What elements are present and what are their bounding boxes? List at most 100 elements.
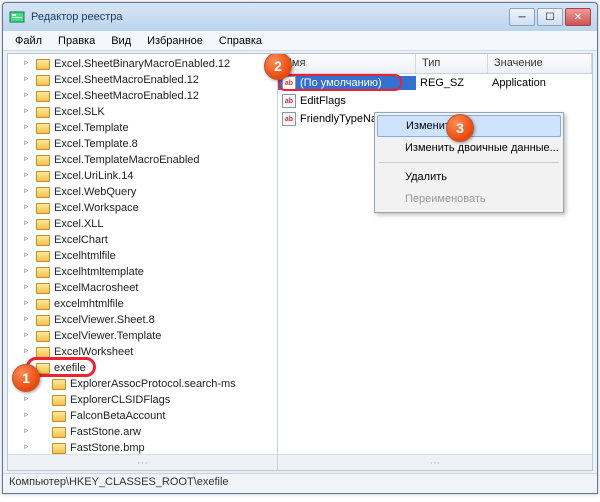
tree-item-label: Excel.UriLink.14: [54, 170, 133, 182]
folder-icon: [52, 411, 66, 422]
tree-item[interactable]: Excel.UriLink.14: [24, 168, 277, 184]
window-title: Редактор реестра: [31, 11, 509, 23]
tree-item[interactable]: FalconBetaAccount: [24, 408, 277, 424]
folder-icon: [36, 267, 50, 278]
folder-icon: [52, 379, 66, 390]
menu-favorites[interactable]: Избранное: [139, 33, 211, 49]
content-area: Excel.SheetBinaryMacroEnabled.12 Excel.Sh…: [7, 53, 593, 471]
tree-item[interactable]: Excel.SheetMacroEnabled.12: [24, 72, 277, 88]
tree-item-label: FalconBetaAccount: [70, 410, 165, 422]
tree-panel[interactable]: Excel.SheetBinaryMacroEnabled.12 Excel.Sh…: [8, 54, 278, 470]
regedit-icon: [9, 9, 25, 25]
tree-item[interactable]: Excelhtmlfile: [24, 248, 277, 264]
tree-item[interactable]: ExcelWorksheet: [24, 344, 277, 360]
folder-icon: [36, 315, 50, 326]
col-type[interactable]: Тип: [416, 54, 488, 73]
tree-item[interactable]: excelmhtmlfile: [24, 296, 277, 312]
string-value-icon: ab: [282, 112, 296, 126]
titlebar[interactable]: Редактор реестра ─ ☐ ✕: [3, 3, 597, 31]
folder-icon: [36, 219, 50, 230]
tree-item[interactable]: ExcelChart: [24, 232, 277, 248]
list-row[interactable]: ab(По умолчанию) REG_SZ Application: [278, 74, 592, 92]
tree-item-label: ExcelMacrosheet: [54, 282, 138, 294]
tree-item[interactable]: Excel.Template: [24, 120, 277, 136]
tree-item-label: Excel.SLK: [54, 106, 105, 118]
menu-separator: [379, 162, 559, 163]
menu-item-modify-binary[interactable]: Изменить двоичные данные...: [377, 137, 561, 159]
tree-item-label: exefile: [54, 362, 86, 374]
tree-item-label: Excel.SheetMacroEnabled.12: [54, 90, 199, 102]
registry-editor-window: Редактор реестра ─ ☐ ✕ Файл Правка Вид И…: [2, 2, 598, 494]
list-scrollbar-h[interactable]: ···: [278, 454, 592, 470]
tree-item[interactable]: Excel.Template.8: [24, 136, 277, 152]
folder-icon: [36, 171, 50, 182]
tree-item-label: Excel.TemplateMacroEnabled: [54, 154, 200, 166]
folder-icon: [36, 155, 50, 166]
tree-item-label: Excel.SheetMacroEnabled.12: [54, 74, 199, 86]
tree-item[interactable]: ExcelViewer.Template: [24, 328, 277, 344]
annotation-callout-3: 3: [446, 114, 474, 142]
tree-item[interactable]: ExcelViewer.Sheet.8: [24, 312, 277, 328]
tree-item[interactable]: Excelhtmltemplate: [24, 264, 277, 280]
tree-item-label: ExcelViewer.Sheet.8: [54, 314, 155, 326]
menu-view[interactable]: Вид: [103, 33, 139, 49]
tree-item-label: Excel.Workspace: [54, 202, 139, 214]
tree-item-label: ExcelViewer.Template: [54, 330, 161, 342]
folder-icon: [36, 283, 50, 294]
tree-item[interactable]: exefile: [24, 360, 277, 376]
folder-icon: [36, 235, 50, 246]
tree-item[interactable]: Excel.WebQuery: [24, 184, 277, 200]
tree-item[interactable]: ExplorerCLSIDFlags: [24, 392, 277, 408]
folder-icon: [36, 331, 50, 342]
tree-item-label: Excel.Template.8: [54, 138, 138, 150]
minimize-button[interactable]: ─: [509, 8, 535, 26]
value-type: REG_SZ: [416, 77, 488, 89]
tree-scrollbar-h[interactable]: ···: [8, 454, 277, 470]
tree-item[interactable]: Excel.TemplateMacroEnabled: [24, 152, 277, 168]
tree-item-label: FastStone.bmp: [70, 442, 145, 454]
statusbar: Компьютер\HKEY_CLASSES_ROOT\exefile: [3, 473, 597, 493]
annotation-callout-1: 1: [12, 364, 40, 392]
list-row[interactable]: abEditFlags: [278, 92, 592, 110]
tree-item[interactable]: ExcelMacrosheet: [24, 280, 277, 296]
maximize-button[interactable]: ☐: [537, 8, 563, 26]
folder-icon: [36, 251, 50, 262]
tree-item[interactable]: Excel.XLL: [24, 216, 277, 232]
menu-edit[interactable]: Правка: [50, 33, 103, 49]
folder-icon: [36, 187, 50, 198]
tree-item-label: ExcelWorksheet: [54, 346, 133, 358]
tree-item[interactable]: FastStone.arw: [24, 424, 277, 440]
col-value[interactable]: Значение: [488, 54, 592, 73]
menu-item-delete[interactable]: Удалить: [377, 166, 561, 188]
tree-item[interactable]: ExplorerAssocProtocol.search-ms: [24, 376, 277, 392]
tree-item[interactable]: Excel.SLK: [24, 104, 277, 120]
menu-item-rename[interactable]: Переименовать: [377, 188, 561, 210]
tree-item[interactable]: Excel.SheetMacroEnabled.12: [24, 88, 277, 104]
folder-icon: [52, 395, 66, 406]
folder-icon: [36, 203, 50, 214]
tree-item[interactable]: Excel.SheetBinaryMacroEnabled.12: [24, 56, 277, 72]
tree-item-label: FastStone.arw: [70, 426, 141, 438]
folder-icon: [36, 299, 50, 310]
values-panel[interactable]: Имя Тип Значение ab(По умолчанию) REG_SZ…: [278, 54, 592, 470]
close-button[interactable]: ✕: [565, 8, 591, 26]
folder-icon: [36, 59, 50, 70]
string-value-icon: ab: [282, 94, 296, 108]
menu-file[interactable]: Файл: [7, 33, 50, 49]
tree-item-label: Excelhtmlfile: [54, 250, 116, 262]
list-header: Имя Тип Значение: [278, 54, 592, 74]
tree-item-label: Excel.XLL: [54, 218, 104, 230]
menubar: Файл Правка Вид Избранное Справка: [3, 31, 597, 51]
value-data: Application: [488, 77, 546, 89]
folder-icon: [36, 123, 50, 134]
menu-help[interactable]: Справка: [211, 33, 270, 49]
tree-item-label: Excelhtmltemplate: [54, 266, 144, 278]
tree-item-label: ExcelChart: [54, 234, 108, 246]
tree-item[interactable]: Excel.Workspace: [24, 200, 277, 216]
folder-icon: [36, 107, 50, 118]
tree-item-label: Excel.WebQuery: [54, 186, 136, 198]
tree-item-label: Excel.SheetBinaryMacroEnabled.12: [54, 58, 230, 70]
value-name: (По умолчанию): [300, 77, 382, 89]
col-name[interactable]: Имя: [278, 54, 416, 73]
folder-icon: [36, 347, 50, 358]
